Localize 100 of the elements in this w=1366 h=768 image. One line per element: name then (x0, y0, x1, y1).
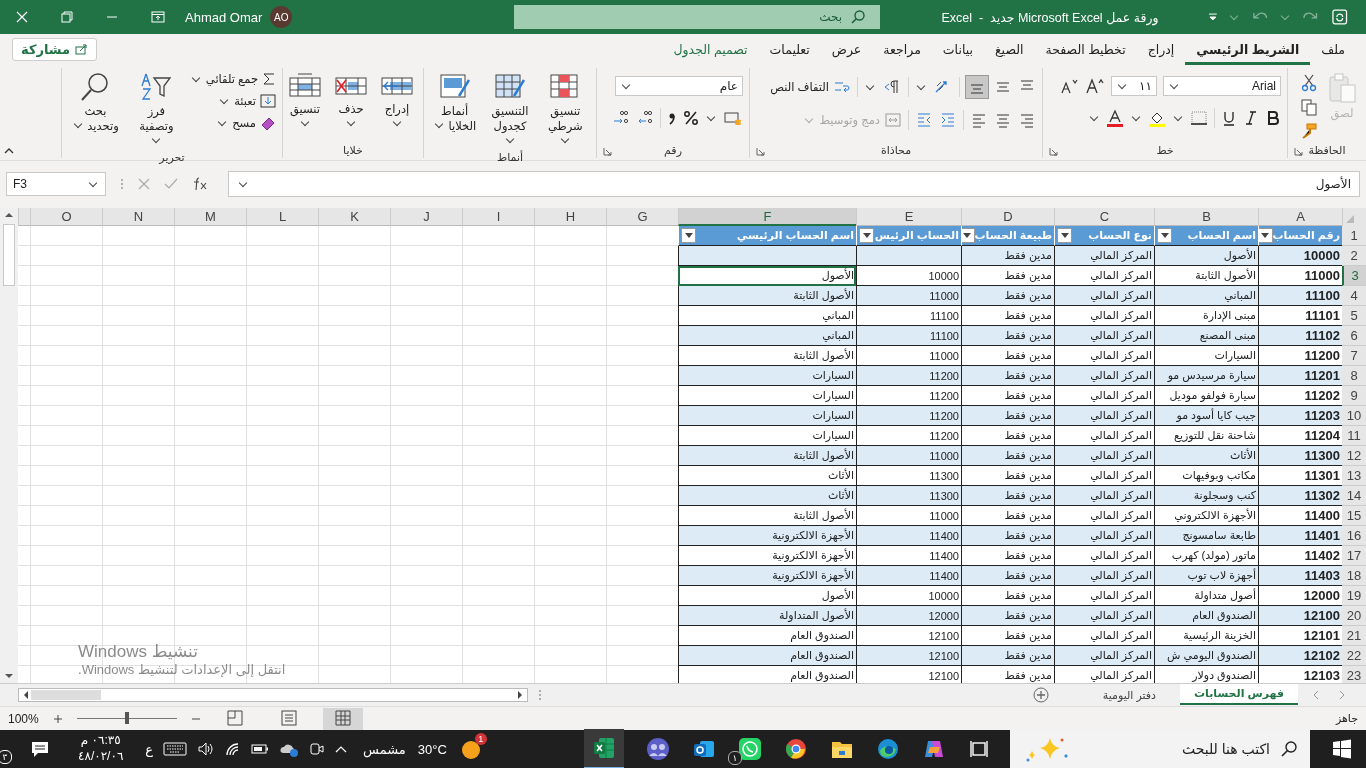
search-field[interactable]: بحث (514, 5, 880, 29)
filter-button[interactable] (962, 228, 975, 243)
scrollbar-thumb[interactable] (3, 224, 15, 286)
align-center-icon[interactable] (994, 112, 1012, 128)
row-header[interactable]: 3 (1342, 266, 1366, 286)
dialog-launcher-icon[interactable] (1294, 147, 1303, 156)
ribbon-tab[interactable]: ملف (1310, 37, 1356, 65)
column-header[interactable]: C (1054, 208, 1154, 226)
filter-button[interactable] (1259, 228, 1273, 243)
notifications-icon[interactable] (30, 740, 50, 758)
add-sheet-icon[interactable] (1032, 687, 1049, 703)
row-header[interactable]: 20 (1342, 606, 1366, 626)
column-header[interactable]: I (462, 208, 534, 226)
ribbon-tab[interactable]: مراجعة (872, 37, 932, 65)
clock[interactable]: ٠٦:٣٥ م ٤٨/٠٢/٠٦ (64, 733, 138, 765)
row-header[interactable]: 19 (1342, 586, 1366, 606)
taskbar-search-field[interactable]: اكتب هنا للبحث (1010, 730, 1310, 768)
shrink-font-icon[interactable] (1059, 77, 1079, 95)
styles-button[interactable]: تنسيق شرطي (540, 70, 590, 151)
align-right-icon[interactable] (1018, 112, 1036, 128)
format-painter-icon[interactable] (1300, 122, 1318, 140)
zoom-slider-thumb[interactable] (124, 712, 129, 724)
row-header[interactable]: 11 (1342, 426, 1366, 446)
people-icon[interactable] (646, 737, 670, 761)
user-avatar[interactable]: AO (270, 6, 293, 28)
row-header[interactable]: 8 (1342, 366, 1366, 386)
column-header[interactable]: B (1154, 208, 1258, 226)
close-icon[interactable] (16, 11, 28, 23)
input-language[interactable]: ع (145, 741, 154, 757)
chrome-icon[interactable] (784, 737, 808, 761)
scroll-right-icon[interactable] (517, 690, 523, 700)
editing-button[interactable]: بحث وتحديد (68, 70, 123, 136)
sheet-tab[interactable]: دفتر اليومية (1088, 685, 1170, 705)
row-header[interactable]: 9 (1342, 386, 1366, 406)
filter-button[interactable] (1157, 228, 1172, 243)
battery-icon[interactable] (251, 744, 270, 754)
formula-field[interactable]: الأصول (228, 171, 1360, 197)
zoom-in-icon[interactable] (52, 713, 63, 724)
row-header[interactable]: 2 (1342, 246, 1366, 266)
dialog-launcher-icon[interactable] (756, 147, 765, 156)
ribbon-tab[interactable]: الصيغ (983, 37, 1035, 65)
row-header[interactable]: 21 (1342, 626, 1366, 646)
column-header[interactable]: K (318, 208, 390, 226)
number-format-field[interactable]: عام (615, 76, 743, 96)
column-header[interactable]: J (390, 208, 462, 226)
italic-icon[interactable] (1243, 110, 1259, 126)
ribbon-display-icon[interactable] (151, 11, 165, 23)
camera-icon[interactable] (309, 741, 326, 757)
column-header[interactable]: H (534, 208, 606, 226)
temperature[interactable]: 30°C (417, 741, 447, 757)
copy-icon[interactable] (1300, 98, 1318, 116)
editing-button[interactable]: فرز وتصفية (128, 70, 184, 151)
column-header[interactable]: E (856, 208, 961, 226)
editing-button[interactable]: مسح (216, 116, 276, 130)
row-header[interactable]: 5 (1342, 306, 1366, 326)
filter-button[interactable] (859, 228, 874, 243)
ribbon-tab[interactable]: تصميم الجدول (662, 37, 759, 65)
edge-icon[interactable] (876, 737, 900, 761)
restore-icon[interactable] (61, 11, 73, 23)
grow-font-icon[interactable] (1085, 77, 1105, 95)
borders-icon[interactable] (1190, 110, 1208, 126)
ribbon-tab[interactable]: تعليمات (758, 37, 821, 65)
editing-button[interactable]: تعبئة (218, 94, 276, 108)
show-hidden-icon[interactable] (335, 745, 348, 753)
sheet-tab[interactable]: فهرس الحسابات (1180, 683, 1298, 705)
autosave-icon[interactable] (1330, 8, 1348, 26)
ribbon-tab[interactable]: إدراج (1136, 37, 1186, 65)
font-name-field[interactable]: Arial (1163, 76, 1281, 96)
filter-button[interactable] (681, 228, 696, 243)
row-header[interactable]: 22 (1342, 646, 1366, 666)
font-color-icon[interactable] (1106, 109, 1124, 127)
keyboard-icon[interactable] (163, 742, 188, 756)
row-header[interactable]: 13 (1342, 466, 1366, 486)
zoom-level[interactable]: 100% (8, 711, 39, 726)
font-size-field[interactable]: ١١ (1111, 76, 1157, 96)
taskbar-app-button[interactable] (584, 729, 624, 768)
row-header[interactable]: 10 (1342, 406, 1366, 426)
task-view-icon[interactable] (968, 738, 990, 760)
scroll-left-icon[interactable] (23, 690, 29, 700)
dialog-launcher-icon[interactable] (603, 147, 612, 156)
ribbon-tab[interactable]: الشريط الرئيسي (1185, 37, 1311, 65)
row-header[interactable]: 1 (1342, 226, 1366, 246)
styles-button[interactable]: أنماط الخلايا (430, 70, 480, 136)
column-header[interactable]: N (102, 208, 174, 226)
share-button[interactable]: مشاركة (12, 37, 98, 61)
ribbon-tab[interactable]: عرض (820, 37, 873, 65)
table-cell[interactable]: الأصول (678, 266, 856, 286)
dialog-launcher-icon[interactable] (1049, 147, 1058, 156)
bold-icon[interactable] (1265, 110, 1281, 126)
user-name[interactable]: Ahmad Omar (185, 9, 263, 25)
row-header[interactable]: 18 (1342, 566, 1366, 586)
filter-button[interactable] (1057, 228, 1072, 243)
row-header[interactable]: 12 (1342, 446, 1366, 466)
splitter-handle-icon[interactable] (538, 689, 542, 701)
insert-function-icon[interactable] (192, 177, 208, 191)
column-header[interactable]: O (30, 208, 102, 226)
row-header[interactable]: 17 (1342, 546, 1366, 566)
horizontal-scrollbar[interactable] (18, 688, 528, 702)
cells-button[interactable]: إدراج (377, 70, 417, 130)
ribbon-tab[interactable]: تخطيط الصفحة (1034, 37, 1137, 65)
